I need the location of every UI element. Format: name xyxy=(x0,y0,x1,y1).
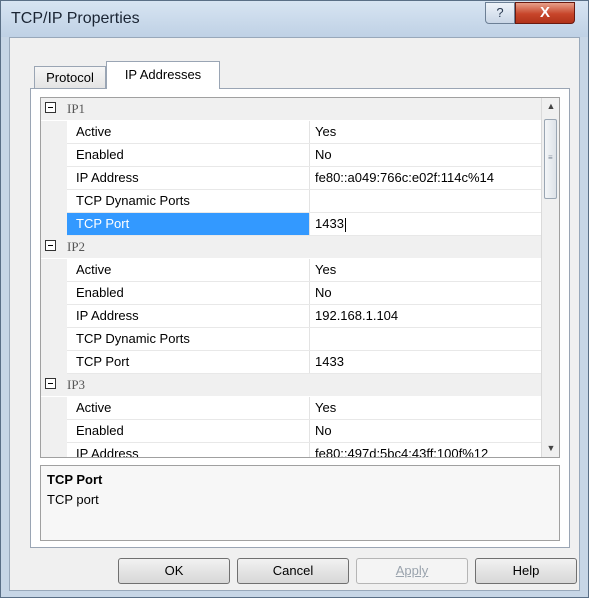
close-icon[interactable]: X xyxy=(515,2,575,24)
category-background xyxy=(41,98,541,120)
grid-row[interactable]: Enabled No xyxy=(41,420,541,443)
help-icon[interactable]: ? xyxy=(485,2,515,24)
collapse-icon[interactable] xyxy=(45,378,56,389)
grid-row[interactable]: Enabled No xyxy=(41,282,541,305)
property-value[interactable]: fe80::497d:5bc4:43ff:100f%12 xyxy=(309,443,541,457)
collapse-icon[interactable] xyxy=(45,240,56,251)
description-title: TCP Port xyxy=(47,472,103,487)
description-text: TCP port xyxy=(47,492,99,507)
grid-row[interactable]: Active Yes xyxy=(41,397,541,420)
grip-icon: ≡ xyxy=(548,153,553,162)
window-title: TCP/IP Properties xyxy=(11,10,140,27)
apply-button[interactable]: Apply xyxy=(356,558,468,584)
tab-protocol[interactable]: Protocol xyxy=(34,66,106,88)
dialog-client-area: Protocol IP Addresses IP1 Active Yes Ena… xyxy=(9,37,580,591)
grid-row-selected[interactable]: TCP Port 1433 xyxy=(41,213,541,236)
tab-ip-addresses[interactable]: IP Addresses xyxy=(106,61,220,89)
collapse-icon[interactable] xyxy=(45,102,56,113)
property-name: IP Address xyxy=(76,308,139,323)
title-bar[interactable]: TCP/IP Properties ? X xyxy=(1,1,588,37)
property-value[interactable]: No xyxy=(309,282,541,304)
property-value[interactable]: 192.168.1.104 xyxy=(309,305,541,327)
category-ip2[interactable]: IP2 xyxy=(41,236,541,259)
grid-row[interactable]: Active Yes xyxy=(41,121,541,144)
scroll-down-icon[interactable]: ▼ xyxy=(542,440,559,457)
category-label: IP3 xyxy=(67,377,86,392)
category-label: IP2 xyxy=(67,239,86,254)
property-name: TCP Dynamic Ports xyxy=(76,331,190,346)
grid-row[interactable]: TCP Dynamic Ports xyxy=(41,190,541,213)
grid-row[interactable]: Active Yes xyxy=(41,259,541,282)
category-background xyxy=(41,236,541,258)
property-name: TCP Port xyxy=(76,354,130,369)
property-name: IP Address xyxy=(76,170,139,185)
property-name: Enabled xyxy=(76,147,124,162)
property-value[interactable]: No xyxy=(309,144,541,166)
property-grid[interactable]: IP1 Active Yes Enabled No IP Address fe8… xyxy=(40,97,560,458)
scrollbar-thumb[interactable]: ≡ xyxy=(544,119,557,199)
property-value[interactable]: Yes xyxy=(309,397,541,419)
property-name: Enabled xyxy=(76,423,124,438)
grid-row[interactable]: IP Address 192.168.1.104 xyxy=(41,305,541,328)
cancel-button[interactable]: Cancel xyxy=(237,558,349,584)
text-caret xyxy=(344,217,346,232)
grid-row[interactable]: TCP Dynamic Ports xyxy=(41,328,541,351)
property-value[interactable]: No xyxy=(309,420,541,442)
ok-button[interactable]: OK xyxy=(118,558,230,584)
property-name: Active xyxy=(76,262,112,277)
tab-panel-ip-addresses: IP1 Active Yes Enabled No IP Address fe8… xyxy=(30,88,570,548)
grid-row[interactable]: IP Address fe80::a049:766c:e02f:114c%14 xyxy=(41,167,541,190)
property-name: Enabled xyxy=(76,285,124,300)
category-label: IP1 xyxy=(67,101,86,116)
property-value[interactable]: Yes xyxy=(309,121,541,143)
property-value[interactable]: 1433 xyxy=(309,351,541,373)
property-name: Active xyxy=(76,400,112,415)
property-value[interactable] xyxy=(309,328,541,350)
property-name: IP Address xyxy=(76,446,139,458)
property-value-editor[interactable]: 1433 xyxy=(309,213,541,235)
property-value[interactable]: Yes xyxy=(309,259,541,281)
property-name: Active xyxy=(76,124,112,139)
description-pane: TCP Port TCP port xyxy=(40,465,560,541)
category-background xyxy=(41,374,541,396)
property-value[interactable] xyxy=(309,190,541,212)
grid-row[interactable]: IP Address fe80::497d:5bc4:43ff:100f%12 xyxy=(41,443,541,458)
grid-row[interactable]: TCP Port 1433 xyxy=(41,351,541,374)
category-ip3[interactable]: IP3 xyxy=(41,374,541,397)
category-ip1[interactable]: IP1 xyxy=(41,98,541,121)
property-name: TCP Dynamic Ports xyxy=(76,193,190,208)
help-button[interactable]: Help xyxy=(475,558,577,584)
scroll-up-icon[interactable]: ▲ xyxy=(542,98,559,115)
tcpip-properties-dialog: TCP/IP Properties ? X Protocol IP Addres… xyxy=(0,0,589,598)
property-name: TCP Port xyxy=(67,213,309,235)
vertical-scrollbar[interactable]: ▲ ≡ ▼ xyxy=(541,98,559,457)
property-value[interactable]: fe80::a049:766c:e02f:114c%14 xyxy=(309,167,541,189)
grid-row[interactable]: Enabled No xyxy=(41,144,541,167)
property-value-text[interactable]: 1433 xyxy=(315,216,344,231)
